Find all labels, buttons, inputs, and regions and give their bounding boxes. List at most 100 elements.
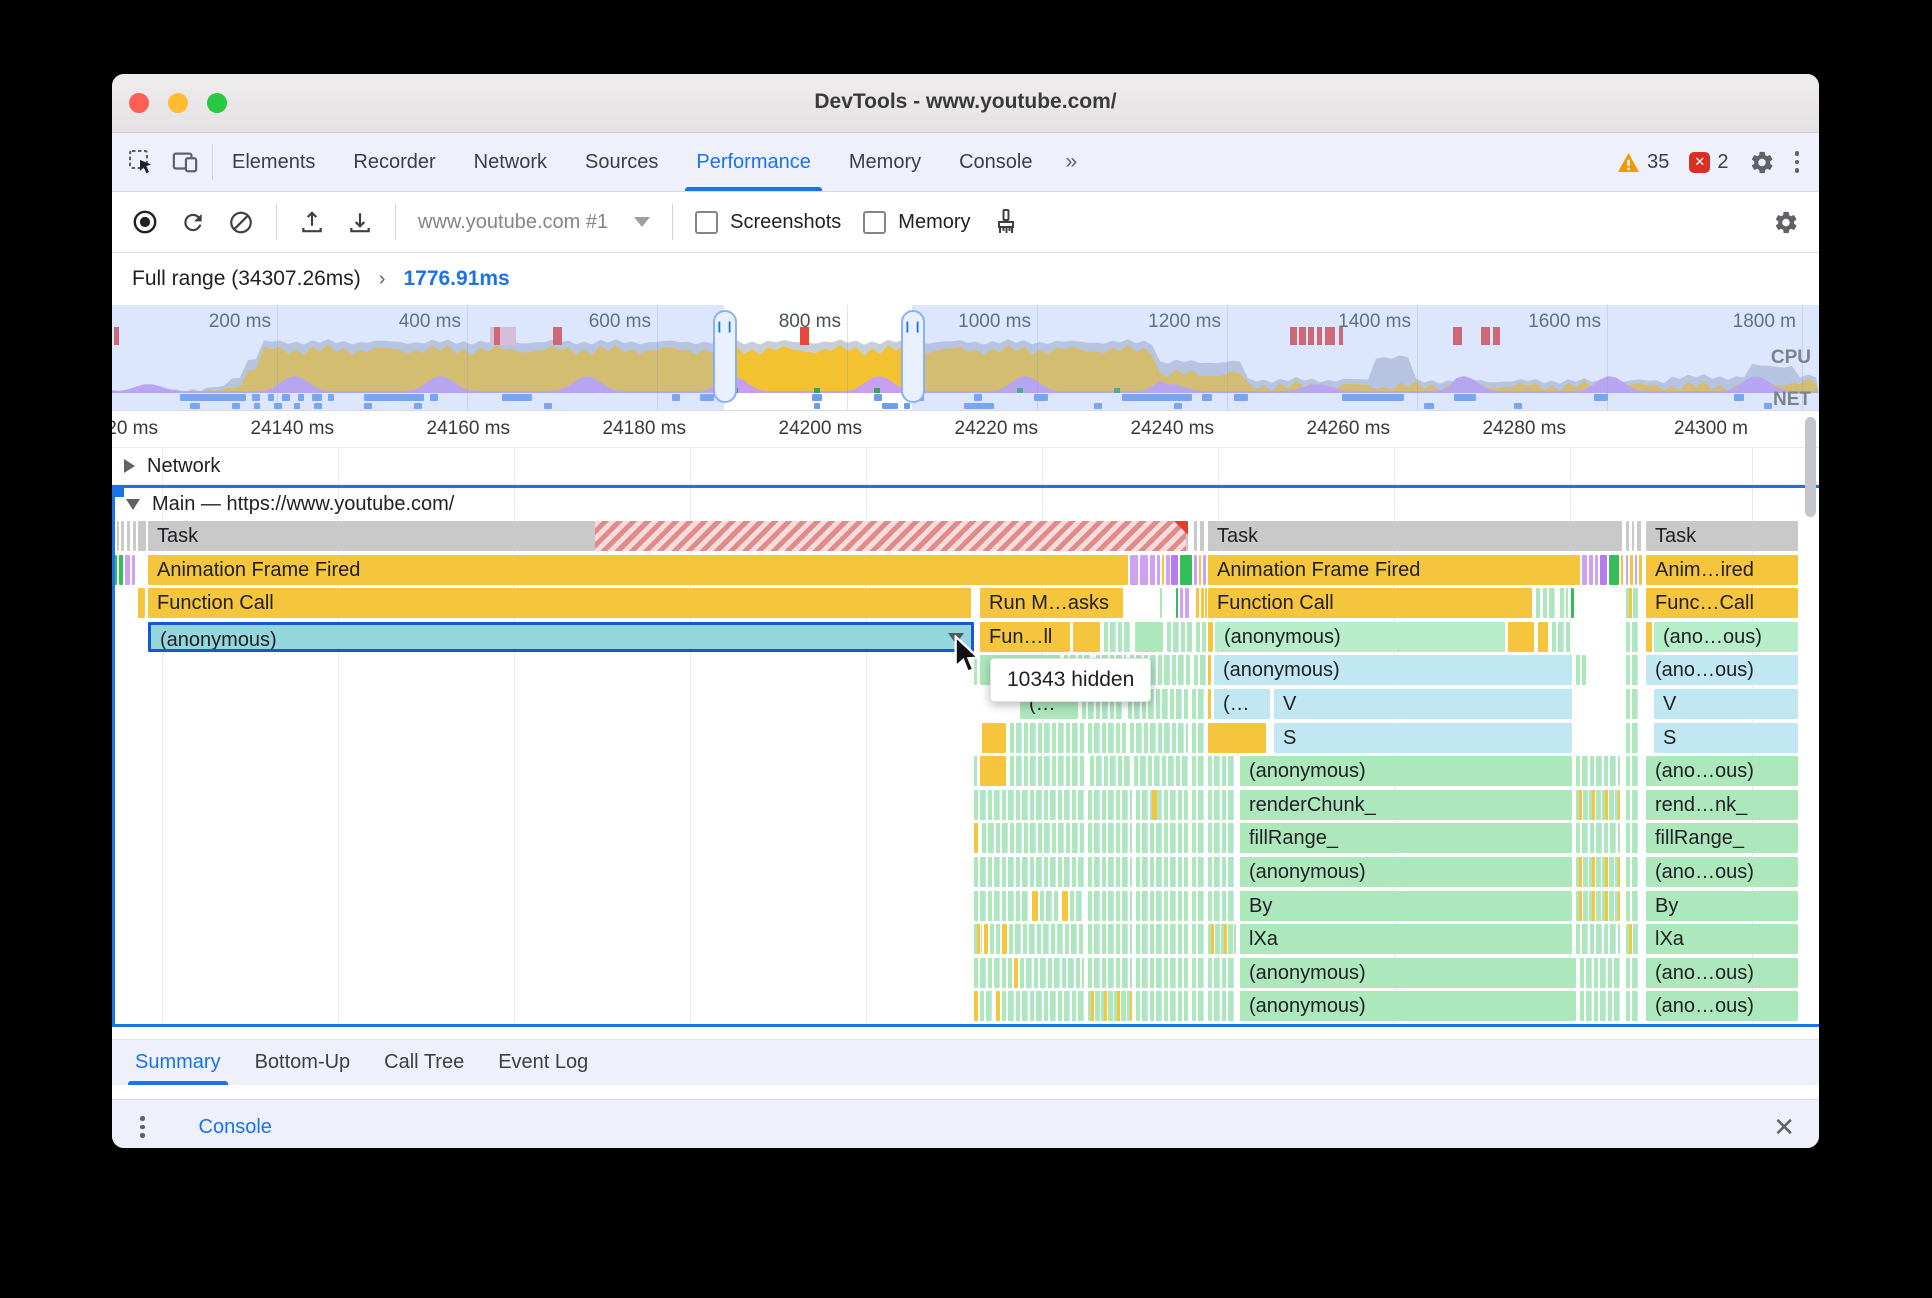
selection-left-handle[interactable]: ❙❙ bbox=[713, 310, 737, 403]
flame-entry[interactable]: Anim…ired bbox=[1646, 554, 1798, 585]
flame-entry-sliver[interactable] bbox=[1196, 621, 1206, 652]
flame-entry[interactable]: Task bbox=[148, 521, 1188, 551]
flame-entry[interactable]: (anonymous) bbox=[1215, 621, 1505, 652]
flame-entry-sliver[interactable] bbox=[980, 991, 994, 1022]
flame-entry-sliver[interactable] bbox=[1626, 655, 1638, 686]
flame-entry[interactable]: By bbox=[1646, 890, 1798, 921]
flame-entry-sliver[interactable] bbox=[1626, 890, 1638, 921]
save-profile-icon[interactable] bbox=[347, 209, 373, 235]
flame-entry-sliver[interactable] bbox=[1192, 689, 1204, 719]
tab-memory[interactable]: Memory bbox=[830, 133, 940, 191]
flame-entry-sliver[interactable] bbox=[1192, 789, 1204, 820]
selected-range-crumb[interactable]: 1776.91ms bbox=[403, 267, 509, 291]
flame-entry-sliver[interactable] bbox=[1626, 756, 1638, 787]
flame-entry[interactable]: (ano…ous) bbox=[1646, 857, 1798, 887]
flame-entry[interactable]: By bbox=[1240, 890, 1572, 921]
tab-elements[interactable]: Elements bbox=[213, 133, 334, 191]
flame-entry-sliver[interactable] bbox=[974, 857, 1084, 887]
flame-entry-sliver[interactable] bbox=[1552, 621, 1572, 652]
flame-entry-sliver[interactable] bbox=[1070, 890, 1084, 921]
flame-entry-sliver[interactable] bbox=[1208, 655, 1211, 686]
flame-entry-sliver[interactable] bbox=[1136, 823, 1188, 854]
flame-entry-sliver[interactable] bbox=[138, 588, 145, 619]
flame-entry-sliver[interactable] bbox=[1199, 554, 1201, 585]
flame-entry-sliver[interactable] bbox=[1088, 890, 1132, 921]
flame-entry-sliver[interactable] bbox=[1582, 554, 1587, 585]
flame-entry[interactable]: Func…Call bbox=[1646, 588, 1798, 619]
flame-entry-sliver[interactable] bbox=[1589, 554, 1593, 585]
full-range-crumb[interactable]: Full range (34307.26ms) bbox=[132, 267, 361, 291]
flame-entry-sliver[interactable] bbox=[1639, 554, 1642, 585]
device-toolbar-icon[interactable] bbox=[172, 149, 198, 175]
flame-entry-sliver[interactable] bbox=[1609, 554, 1619, 585]
flame-entry-sliver[interactable] bbox=[1208, 722, 1266, 753]
record-button[interactable] bbox=[132, 209, 158, 235]
flame-entry-sliver[interactable] bbox=[1626, 957, 1638, 988]
flame-entry[interactable]: Animation Frame Fired bbox=[1208, 554, 1580, 585]
flame-entry-sliver[interactable] bbox=[1201, 588, 1204, 619]
garbage-collect-icon[interactable] bbox=[993, 209, 1019, 235]
flame-entry-sliver[interactable] bbox=[1194, 521, 1197, 551]
flame-entry[interactable]: fillRange_ bbox=[1240, 823, 1572, 854]
tab-performance[interactable]: Performance bbox=[677, 133, 830, 191]
flame-entry-sliver[interactable] bbox=[127, 521, 130, 551]
flame-entry-sliver[interactable] bbox=[1208, 890, 1236, 921]
flame-entry[interactable]: S bbox=[1654, 722, 1798, 753]
flame-entry-sliver[interactable] bbox=[1088, 924, 1132, 955]
flame-entry-sliver[interactable] bbox=[1208, 621, 1213, 652]
errors-badge[interactable]: ✕ 2 bbox=[1689, 151, 1729, 174]
flame-entry-sliver[interactable] bbox=[1595, 554, 1598, 585]
flame-entry-sliver[interactable] bbox=[1543, 588, 1557, 619]
flame-entry-sliver[interactable] bbox=[974, 957, 1012, 988]
flame-entry-sliver[interactable] bbox=[1090, 756, 1130, 787]
flame-entry[interactable]: Fun…ll bbox=[980, 621, 1070, 652]
flame-entry[interactable]: rend…nk_ bbox=[1646, 789, 1798, 820]
profile-select[interactable]: www.youtube.com #1 bbox=[418, 211, 651, 234]
memory-checkbox[interactable]: Memory bbox=[863, 210, 971, 234]
flame-entry-sliver[interactable] bbox=[1196, 588, 1199, 619]
flame-entry[interactable]: fillRange_ bbox=[1646, 823, 1798, 854]
flame-entry-sliver[interactable] bbox=[974, 823, 978, 854]
details-tab-summary[interactable]: Summary bbox=[118, 1040, 238, 1085]
drawer-close-icon[interactable]: ✕ bbox=[1773, 1112, 1795, 1143]
flame-entry-sliver[interactable] bbox=[1073, 621, 1100, 652]
flame-entry-sliver[interactable] bbox=[1032, 890, 1038, 921]
timeline-overview[interactable]: CPU NET 200 ms 400 ms 600 ms 800 ms 1000 ms 1… bbox=[112, 305, 1819, 411]
flame-entry-sliver[interactable] bbox=[1180, 588, 1183, 619]
drawer-console-tab[interactable]: Console bbox=[189, 1100, 282, 1148]
flame-entry-sliver[interactable] bbox=[1580, 957, 1620, 988]
main-menu-icon[interactable] bbox=[1794, 151, 1799, 173]
flame-entry[interactable]: (anonymous) bbox=[148, 621, 974, 652]
flame-entry[interactable]: (anonymous) bbox=[1240, 857, 1572, 887]
flame-entry-sliver[interactable] bbox=[1192, 991, 1204, 1022]
tab-console[interactable]: Console bbox=[940, 133, 1051, 191]
flame-entry-sliver[interactable] bbox=[1009, 924, 1084, 955]
flame-entry-sliver[interactable] bbox=[1088, 722, 1126, 753]
flame-entry-sliver[interactable] bbox=[1600, 554, 1607, 585]
flame-entry-sliver[interactable] bbox=[1167, 621, 1192, 652]
tab-sources[interactable]: Sources bbox=[566, 133, 677, 191]
flame-entry-sliver[interactable] bbox=[1136, 991, 1188, 1022]
flame-entry[interactable]: (… bbox=[1214, 689, 1270, 719]
load-profile-icon[interactable] bbox=[299, 209, 325, 235]
flame-entry-sliver[interactable] bbox=[1157, 554, 1160, 585]
flame-entry[interactable]: (anonymous) bbox=[1214, 655, 1572, 686]
selection-right-handle[interactable]: ❙❙ bbox=[901, 310, 925, 403]
flame-entry[interactable]: (ano…ous) bbox=[1646, 991, 1798, 1022]
network-track-header[interactable]: Network bbox=[112, 448, 1819, 485]
details-tab-call-tree[interactable]: Call Tree bbox=[367, 1040, 481, 1085]
flame-entry-sliver[interactable] bbox=[1176, 588, 1178, 619]
flame-entry[interactable]: Run M…asks bbox=[980, 588, 1123, 619]
flame-entry[interactable]: (ano…ous) bbox=[1646, 756, 1798, 787]
flame-entry-sliver[interactable] bbox=[974, 756, 977, 787]
flame-entry-sliver[interactable] bbox=[1104, 621, 1132, 652]
flame-entry-sliver[interactable] bbox=[1192, 722, 1204, 753]
flame-entry-sliver[interactable] bbox=[1134, 756, 1188, 787]
flame-entry-sliver[interactable] bbox=[1635, 554, 1637, 585]
settings-gear-icon[interactable] bbox=[1749, 149, 1775, 175]
flame-entry-sliver[interactable] bbox=[1646, 621, 1652, 652]
flame-entry-sliver[interactable] bbox=[1626, 689, 1638, 719]
flame-entry-sliver[interactable] bbox=[974, 789, 1084, 820]
vertical-scrollbar[interactable] bbox=[1805, 417, 1816, 517]
flame-entry-sliver[interactable] bbox=[1576, 823, 1620, 854]
